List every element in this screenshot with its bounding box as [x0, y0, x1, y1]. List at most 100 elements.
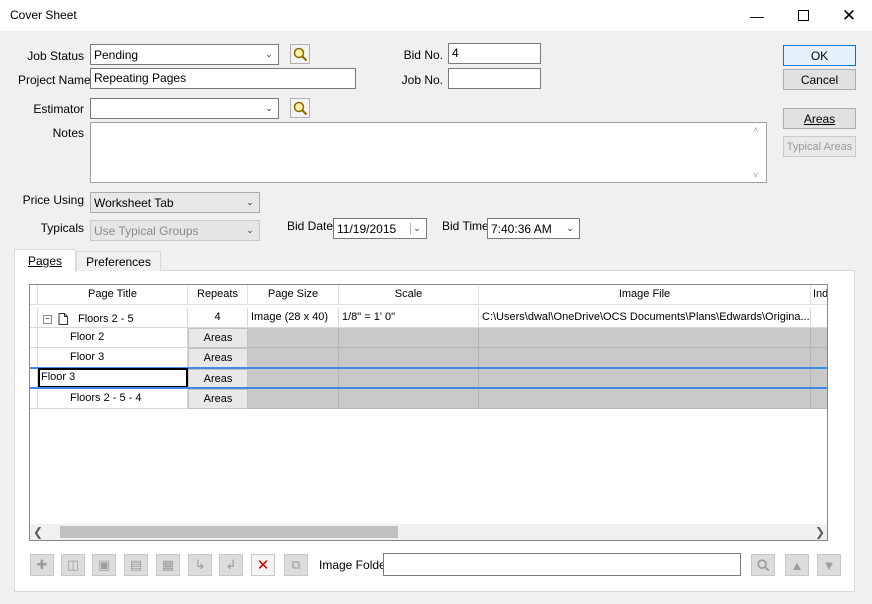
job-status-value: Pending	[94, 47, 139, 62]
cell-page-size	[248, 369, 339, 388]
image-button[interactable]: ▣	[92, 554, 116, 576]
cell-index	[811, 369, 827, 388]
table-row[interactable]: Floor 3 Areas	[30, 348, 827, 368]
table-row[interactable]: Floor 2 Areas	[30, 328, 827, 348]
delete-button[interactable]: ✕	[251, 554, 275, 576]
cell-page-size	[248, 348, 339, 368]
job-status-select[interactable]: Pending ⌄	[90, 44, 279, 65]
scroll-down-icon: ˅	[753, 170, 759, 180]
row-title: Floors 2 - 5	[78, 313, 134, 325]
column-header-page-title[interactable]: Page Title	[38, 285, 188, 305]
minimize-button[interactable]: —	[734, 0, 780, 31]
estimator-select[interactable]: ⌄	[90, 98, 279, 119]
row-areas-button[interactable]: Areas	[188, 369, 248, 388]
bid-time-select[interactable]: 7:40:36 AM ⌄	[487, 218, 580, 239]
notes-textarea[interactable]: ˄ ˅	[90, 122, 767, 183]
image-folder-input[interactable]	[383, 553, 741, 576]
cell-page-title[interactable]: − Floors 2 - 5	[38, 308, 188, 328]
scroll-right-icon[interactable]: ❯	[815, 525, 825, 539]
scroll-left-icon[interactable]: ❮	[33, 525, 43, 539]
cell-image-file	[479, 389, 811, 409]
close-button[interactable]: ✕	[826, 0, 872, 31]
chevron-down-icon: ⌄	[410, 223, 423, 234]
bid-no-input[interactable]: 4	[448, 43, 541, 64]
table-row-selected[interactable]: Floor 3 Areas	[30, 368, 827, 388]
ok-button[interactable]: OK	[783, 45, 856, 66]
column-header-page-size[interactable]: Page Size	[248, 285, 339, 305]
typicals-select[interactable]: Use Typical Groups ⌄	[90, 220, 260, 241]
pages-grid[interactable]: Page Title Repeats Page Size Scale Image…	[29, 284, 828, 541]
cell-index[interactable]	[811, 308, 827, 328]
cell-page-title[interactable]: Floor 2	[38, 328, 188, 348]
tab-preferences[interactable]: Preferences	[76, 251, 161, 271]
job-no-label: Job No.	[401, 73, 443, 87]
close-icon: ✕	[841, 5, 857, 25]
column-header-index[interactable]: Inde	[811, 285, 827, 305]
add-page-button[interactable]: ✚	[30, 554, 54, 576]
outdent-icon: ↲	[225, 557, 237, 572]
copy-button[interactable]: ⧉	[284, 554, 308, 576]
cancel-button[interactable]: Cancel	[783, 69, 856, 90]
magnifier-icon	[293, 101, 308, 116]
folder-button[interactable]: ▤	[124, 554, 148, 576]
bid-date-value: 11/19/2015	[337, 221, 397, 236]
row-indicator	[30, 389, 38, 409]
cell-page-title[interactable]: Floors 2 - 5 - 4	[38, 389, 188, 409]
chevron-down-icon: ⌄	[246, 225, 254, 235]
column-header-scale[interactable]: Scale	[339, 285, 479, 305]
column-header-image-file[interactable]: Image File	[479, 285, 811, 305]
price-using-select[interactable]: Worksheet Tab ⌄	[90, 192, 260, 213]
maximize-icon	[797, 10, 809, 21]
pages-icon: ▦	[161, 557, 175, 572]
maximize-button[interactable]	[780, 0, 826, 31]
notes-scrollbar[interactable]: ˄ ˅	[749, 123, 766, 182]
outdent-button[interactable]: ↲	[219, 554, 243, 576]
project-name-input[interactable]: Repeating Pages	[90, 68, 356, 89]
cell-scale[interactable]: 1/8" = 1' 0"	[339, 308, 479, 328]
row-areas-button[interactable]: Areas	[188, 389, 248, 409]
estimator-lookup-button[interactable]	[290, 98, 310, 118]
row-areas-button[interactable]: Areas	[188, 328, 248, 348]
chevron-down-icon: ⌄	[246, 197, 254, 207]
copy-icon: ⧉	[291, 557, 301, 572]
plus-icon: ✚	[36, 557, 48, 572]
cell-scale	[339, 328, 479, 348]
bid-date-label: Bid Date	[287, 219, 334, 233]
folder-icon: ▤	[129, 557, 143, 572]
cell-index	[811, 389, 827, 409]
bid-time-label: Bid Time	[442, 219, 489, 233]
areas-button[interactable]: Areas	[783, 108, 856, 129]
job-status-label: Job Status	[27, 49, 84, 63]
table-row[interactable]: − Floors 2 - 5 4 Image (28 x 40) 1/8" = …	[30, 308, 827, 328]
cell-image-file[interactable]: C:\Users\dwal\OneDrive\OCS Documents\Pla…	[479, 308, 811, 328]
indent-button[interactable]: ↳	[188, 554, 212, 576]
table-row[interactable]: Floors 2 - 5 - 4 Areas	[30, 389, 827, 409]
cell-page-size	[248, 328, 339, 348]
indent-icon: ↳	[194, 557, 206, 572]
bid-date-picker[interactable]: 11/19/2015 ⌄	[333, 218, 427, 239]
notes-label: Notes	[52, 126, 84, 140]
row-indicator	[30, 328, 38, 348]
chevron-down-icon: ⌄	[265, 103, 273, 113]
collapse-icon[interactable]: −	[43, 314, 52, 324]
column-header-repeats[interactable]: Repeats	[188, 285, 248, 305]
cell-page-title-editor[interactable]: Floor 3	[38, 368, 188, 388]
scrollbar-thumb[interactable]	[60, 526, 398, 538]
typical-areas-button[interactable]: Typical Areas	[783, 136, 856, 157]
pages-button[interactable]: ▦	[156, 554, 180, 576]
row-areas-button[interactable]: Areas	[188, 348, 248, 368]
add-child-page-button[interactable]: ◫	[61, 554, 85, 576]
move-down-button[interactable]: ▼	[817, 554, 841, 576]
arrow-down-icon: ▼	[822, 557, 836, 573]
cell-repeats[interactable]: 4	[188, 308, 248, 328]
job-status-lookup-button[interactable]	[290, 44, 310, 64]
move-up-button[interactable]: ▲	[785, 554, 809, 576]
tab-pages[interactable]: Pages	[14, 249, 76, 272]
browse-folder-button[interactable]	[751, 554, 775, 576]
tab-preferences-label: Preferences	[86, 254, 151, 269]
cell-scale	[339, 369, 479, 388]
minimize-icon: —	[750, 7, 764, 24]
cell-page-size[interactable]: Image (28 x 40)	[248, 308, 339, 328]
job-no-input[interactable]	[448, 68, 541, 89]
cell-page-title[interactable]: Floor 3	[38, 348, 188, 368]
